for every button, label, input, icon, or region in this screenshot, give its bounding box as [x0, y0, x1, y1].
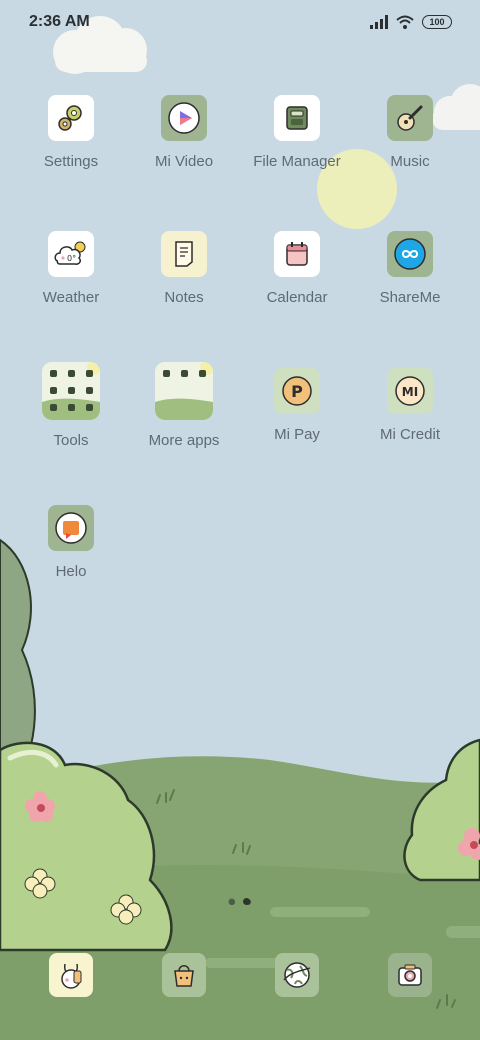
page-indicator	[228, 898, 250, 905]
app-calendar[interactable]: Calendar	[242, 231, 352, 306]
guitar-icon	[387, 95, 433, 141]
app-settings[interactable]: Settings	[16, 95, 126, 170]
app-mi-credit[interactable]: MI Mi Credit	[355, 368, 465, 443]
folder-icon	[274, 95, 320, 141]
weather-temp: 0°	[67, 254, 76, 263]
status-icons: 100	[370, 15, 452, 29]
phone-bunny-icon	[61, 963, 82, 989]
app-label: ShareMe	[379, 289, 441, 306]
battery-icon: 100	[422, 15, 452, 29]
pay-glyph: P	[291, 382, 303, 401]
pay-icon: P	[274, 368, 320, 414]
dock-browser[interactable]	[275, 953, 319, 997]
app-label: File Manager	[253, 153, 341, 170]
app-shareme[interactable]: ShareMe	[355, 231, 465, 306]
status-bar: 2:36 AM 100	[0, 0, 480, 44]
folder-grid-icon	[155, 362, 213, 420]
play-icon	[161, 95, 207, 141]
app-label: Mi Video	[154, 153, 214, 170]
app-label: Tools	[53, 432, 89, 449]
messages-bag-icon	[174, 965, 194, 987]
app-label: Music	[390, 153, 430, 170]
calendar-icon	[274, 231, 320, 277]
gear-icon	[48, 95, 94, 141]
credit-glyph: MI	[402, 385, 418, 399]
dock-phone[interactable]	[49, 953, 93, 997]
camera-icon	[398, 964, 422, 986]
infinity-icon	[387, 231, 433, 277]
status-time: 2:36 AM	[29, 13, 90, 30]
folder-grid-icon	[42, 362, 100, 420]
app-label: Helo	[55, 563, 87, 580]
app-mi-pay[interactable]: P Mi Pay	[242, 368, 352, 443]
app-label: Settings	[43, 153, 99, 170]
browser-globe-icon	[283, 962, 311, 988]
folder-tools[interactable]: Tools	[16, 362, 126, 449]
credit-icon: MI	[387, 368, 433, 414]
battery-level: 100	[429, 17, 445, 27]
app-mi-video[interactable]: Mi Video	[129, 95, 239, 170]
app-label: Notes	[164, 289, 204, 306]
dock-camera[interactable]	[388, 953, 432, 997]
app-label: More apps	[148, 432, 220, 449]
app-label: Mi Credit	[379, 426, 440, 443]
app-notes[interactable]: Notes	[129, 231, 239, 306]
wifi-icon	[396, 15, 414, 29]
app-file-manager[interactable]: File Manager	[242, 95, 352, 170]
page-dot-active[interactable]	[243, 898, 250, 905]
app-label: Weather	[42, 289, 100, 306]
dock-messages[interactable]	[162, 953, 206, 997]
app-label: Mi Pay	[274, 426, 320, 443]
app-label: Calendar	[266, 289, 328, 306]
app-helo[interactable]: Helo	[16, 505, 126, 580]
app-music[interactable]: Music	[355, 95, 465, 170]
notepad-icon	[161, 231, 207, 277]
folder-more-apps[interactable]: More apps	[129, 362, 239, 449]
signal-icon	[370, 15, 388, 29]
app-weather[interactable]: 0° Weather	[16, 231, 126, 306]
cloud-sun-icon: 0°	[48, 231, 94, 277]
helo-icon	[48, 505, 94, 551]
page-dot[interactable]	[228, 898, 235, 905]
